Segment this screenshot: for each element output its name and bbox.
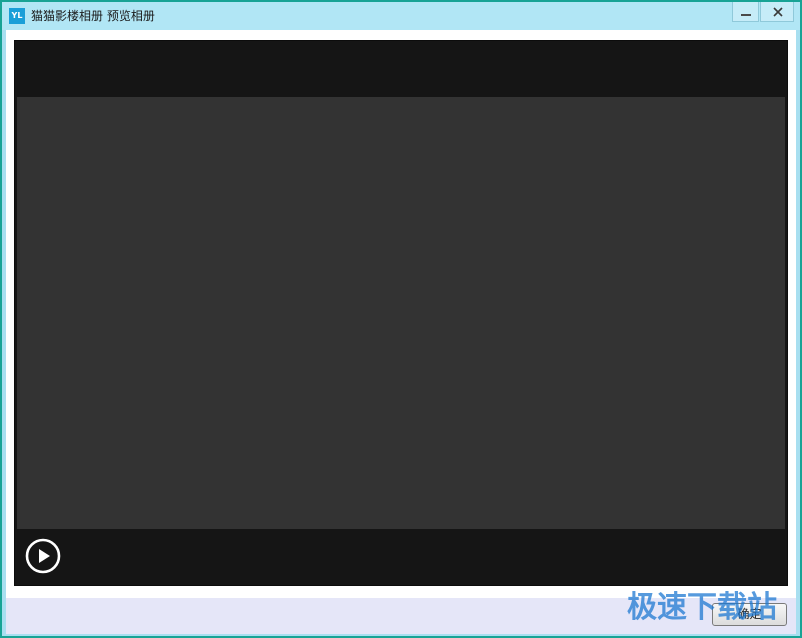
album-preview-player <box>14 40 788 586</box>
play-button[interactable] <box>25 538 61 574</box>
close-icon <box>773 7 783 17</box>
confirm-button[interactable]: 确定 <box>712 603 787 626</box>
window-title: 猫猫影楼相册 预览相册 <box>31 9 155 23</box>
minimize-icon <box>741 14 751 16</box>
app-logo-icon: YL <box>9 8 25 24</box>
play-circle-icon <box>25 538 61 574</box>
close-button[interactable] <box>760 2 794 22</box>
title-bar[interactable]: YL 猫猫影楼相册 预览相册 <box>2 2 800 30</box>
footer-bar <box>6 598 796 634</box>
minimize-button[interactable] <box>732 2 759 22</box>
preview-viewport[interactable] <box>17 97 785 529</box>
